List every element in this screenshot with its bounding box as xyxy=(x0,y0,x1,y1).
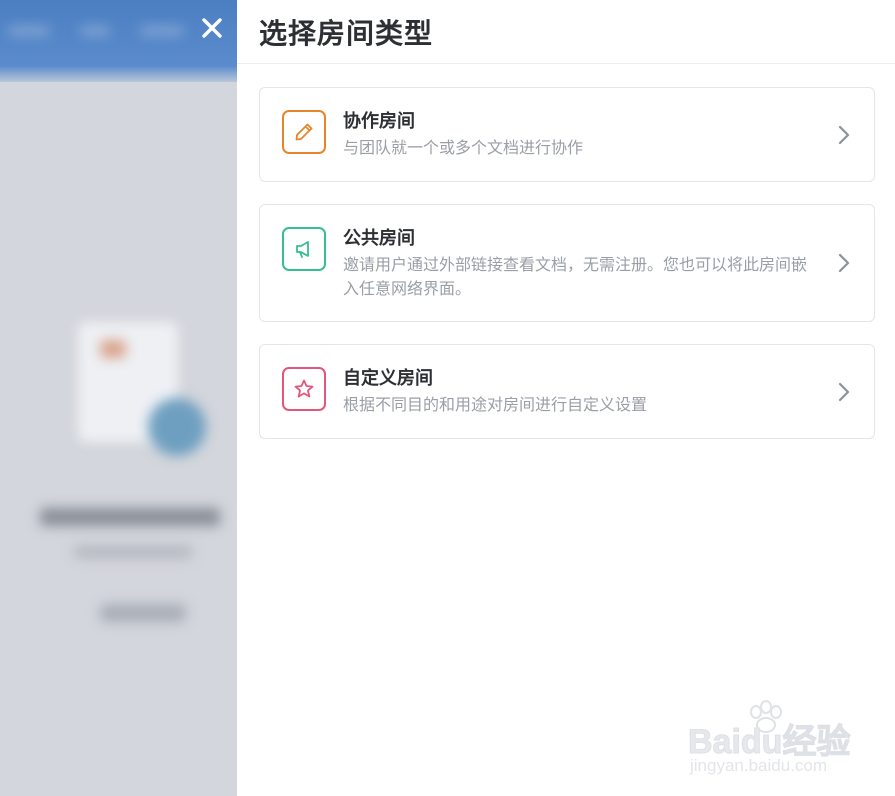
pencil-icon xyxy=(282,110,326,154)
room-type-custom[interactable]: 自定义房间 根据不同目的和用途对房间进行自定义设置 xyxy=(259,344,875,439)
blurred-illustration-detail xyxy=(100,340,126,358)
blurred-background xyxy=(0,0,237,796)
blurred-heading xyxy=(40,508,220,526)
close-icon xyxy=(202,18,222,38)
star-icon xyxy=(282,367,326,411)
panel-title: 选择房间类型 xyxy=(259,16,434,50)
room-type-title: 公共房间 xyxy=(343,228,415,249)
close-button[interactable] xyxy=(198,14,226,42)
baidu-watermark: Baidu经验 jingyan.baidu.com xyxy=(687,700,878,780)
blurred-subtext xyxy=(74,546,192,558)
blurred-nav-item xyxy=(8,26,50,36)
chevron-right-icon xyxy=(834,380,854,404)
chevron-right-icon xyxy=(834,123,854,147)
blurred-avatar xyxy=(148,398,206,456)
blurred-nav-item xyxy=(140,26,184,36)
room-type-description: 与团队就一个或多个文档进行协作 xyxy=(343,138,584,157)
room-type-description: 邀请用户通过外部链接查看文档，无需注册。您也可以将此房间嵌入任意网络界面。 xyxy=(343,255,808,298)
panel-header: 选择房间类型 xyxy=(237,0,895,64)
room-type-description: 根据不同目的和用途对房间进行自定义设置 xyxy=(343,395,648,414)
watermark-url: jingyan.baidu.com xyxy=(690,756,828,775)
room-type-collaboration[interactable]: 协作房间 与团队就一个或多个文档进行协作 xyxy=(259,87,875,182)
blurred-nav-item xyxy=(80,26,110,36)
room-type-panel: 选择房间类型 协作房间 与团队就一个或多个文档进行协作 公共房间 邀请用户通过外… xyxy=(237,0,895,796)
room-type-title: 协作房间 xyxy=(343,111,415,132)
blurred-button xyxy=(100,604,186,622)
megaphone-icon xyxy=(282,227,326,271)
chevron-right-icon xyxy=(834,251,854,275)
room-type-public[interactable]: 公共房间 邀请用户通过外部链接查看文档，无需注册。您也可以将此房间嵌入任意网络界… xyxy=(259,204,875,322)
room-type-title: 自定义房间 xyxy=(343,368,433,389)
